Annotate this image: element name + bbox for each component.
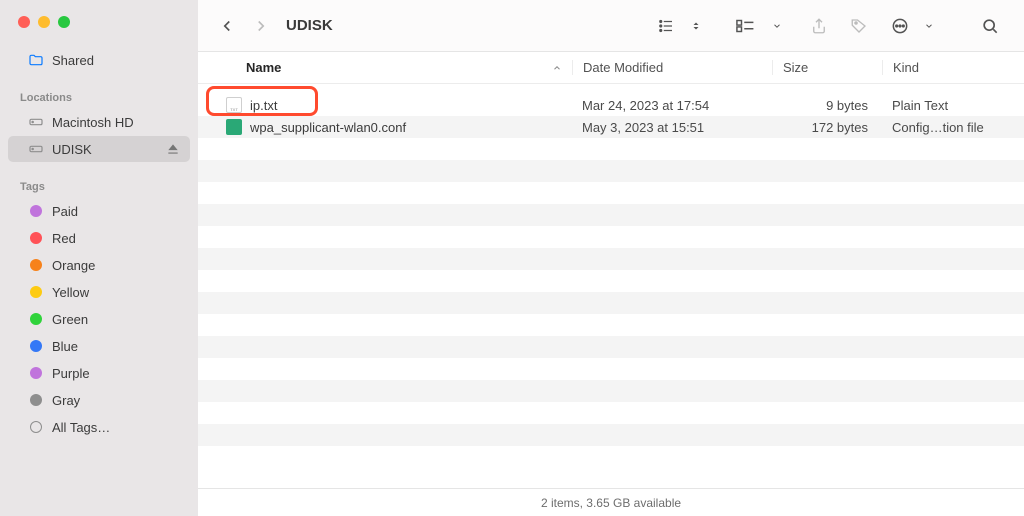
sidebar-tag-green[interactable]: Green [8, 306, 190, 332]
eject-icon[interactable] [166, 142, 180, 156]
sidebar-tag-orange[interactable]: Orange [8, 252, 190, 278]
sidebar-tag-gray[interactable]: Gray [8, 387, 190, 413]
file-row[interactable]: › wpa_supplicant-wlan0.conf May 3, 2023 … [198, 116, 1024, 138]
view-sort-button[interactable] [682, 11, 710, 41]
column-date-modified[interactable]: Date Modified [572, 60, 772, 75]
sidebar-item-label: Shared [52, 53, 94, 68]
sidebar-tag-yellow[interactable]: Yellow [8, 279, 190, 305]
column-label: Size [783, 60, 808, 75]
tag-dot-icon [30, 259, 42, 271]
chevron-down-icon[interactable] [764, 11, 790, 41]
chevron-down-icon[interactable] [916, 11, 942, 41]
window-controls [0, 12, 198, 46]
column-header: Name Date Modified Size Kind [198, 52, 1024, 84]
sidebar-tag-blue[interactable]: Blue [8, 333, 190, 359]
column-name[interactable]: Name [198, 60, 572, 75]
sidebar: Shared Locations Macintosh HD UDISK Tags… [0, 0, 198, 516]
status-text: 2 items, 3.65 GB available [541, 496, 681, 510]
empty-row [198, 248, 1024, 270]
empty-row [198, 424, 1024, 446]
forward-button[interactable] [244, 11, 278, 41]
sidebar-item-label: Red [52, 231, 76, 246]
sidebar-tag-red[interactable]: Red [8, 225, 190, 251]
sidebar-item-label: All Tags… [52, 420, 110, 435]
sidebar-item-udisk[interactable]: UDISK [8, 136, 190, 162]
sidebar-item-label: Orange [52, 258, 95, 273]
toolbar: UDISK [198, 0, 1024, 52]
tag-dot-icon [30, 394, 42, 406]
sidebar-all-tags[interactable]: All Tags… [8, 414, 190, 440]
empty-row [198, 292, 1024, 314]
file-size: 172 bytes [772, 120, 882, 135]
tag-ring-icon [30, 421, 42, 433]
sidebar-heading-tags: Tags [0, 163, 198, 197]
tag-dot-icon [30, 367, 42, 379]
tag-dot-icon [30, 313, 42, 325]
tag-dot-icon [30, 286, 42, 298]
file-name: ip.txt [250, 98, 277, 113]
text-document-icon [226, 97, 242, 113]
sidebar-item-label: Macintosh HD [52, 115, 134, 130]
column-label: Name [246, 60, 281, 75]
search-button[interactable] [972, 10, 1008, 42]
empty-row [198, 336, 1024, 358]
file-size: 9 bytes [772, 98, 882, 113]
group-button[interactable] [728, 11, 766, 41]
file-name: wpa_supplicant-wlan0.conf [250, 120, 406, 135]
tag-dot-icon [30, 232, 42, 244]
file-date: Mar 24, 2023 at 17:54 [572, 98, 772, 113]
harddrive-icon [28, 141, 44, 157]
column-kind[interactable]: Kind [882, 60, 1024, 75]
status-bar: 2 items, 3.65 GB available [198, 488, 1024, 516]
tag-button[interactable] [842, 11, 876, 41]
file-list: › ip.txt Mar 24, 2023 at 17:54 9 bytes P… [198, 84, 1024, 488]
file-row[interactable]: › ip.txt Mar 24, 2023 at 17:54 9 bytes P… [198, 94, 1024, 116]
config-file-icon [226, 119, 242, 135]
sidebar-item-label: UDISK [52, 142, 92, 157]
sidebar-tag-purple[interactable]: Purple [8, 360, 190, 386]
back-button[interactable] [210, 11, 244, 41]
file-kind: Plain Text [882, 98, 1024, 113]
file-kind: Config…tion file [882, 120, 1024, 135]
sidebar-item-shared[interactable]: Shared [8, 47, 190, 73]
sidebar-item-label: Blue [52, 339, 78, 354]
minimize-icon[interactable] [38, 16, 50, 28]
sidebar-item-label: Paid [52, 204, 78, 219]
window-title: UDISK [286, 17, 333, 34]
sidebar-heading-locations: Locations [0, 74, 198, 108]
fullscreen-icon[interactable] [58, 16, 70, 28]
empty-row [198, 160, 1024, 182]
folder-shared-icon [28, 52, 44, 68]
sort-ascending-icon [552, 63, 562, 73]
empty-row [198, 380, 1024, 402]
column-size[interactable]: Size [772, 60, 882, 75]
sidebar-item-label: Purple [52, 366, 90, 381]
action-menu-button[interactable] [882, 10, 918, 42]
sidebar-tag-paid[interactable]: Paid [8, 198, 190, 224]
column-label: Date Modified [583, 60, 663, 75]
tag-dot-icon [30, 340, 42, 352]
view-list-button[interactable] [648, 11, 684, 41]
sidebar-item-macintosh-hd[interactable]: Macintosh HD [8, 109, 190, 135]
sidebar-item-label: Green [52, 312, 88, 327]
share-button[interactable] [802, 11, 836, 41]
harddrive-icon [28, 114, 44, 130]
sidebar-item-label: Yellow [52, 285, 89, 300]
tag-dot-icon [30, 205, 42, 217]
empty-row [198, 204, 1024, 226]
column-label: Kind [893, 60, 919, 75]
close-icon[interactable] [18, 16, 30, 28]
sidebar-item-label: Gray [52, 393, 80, 408]
file-date: May 3, 2023 at 15:51 [572, 120, 772, 135]
